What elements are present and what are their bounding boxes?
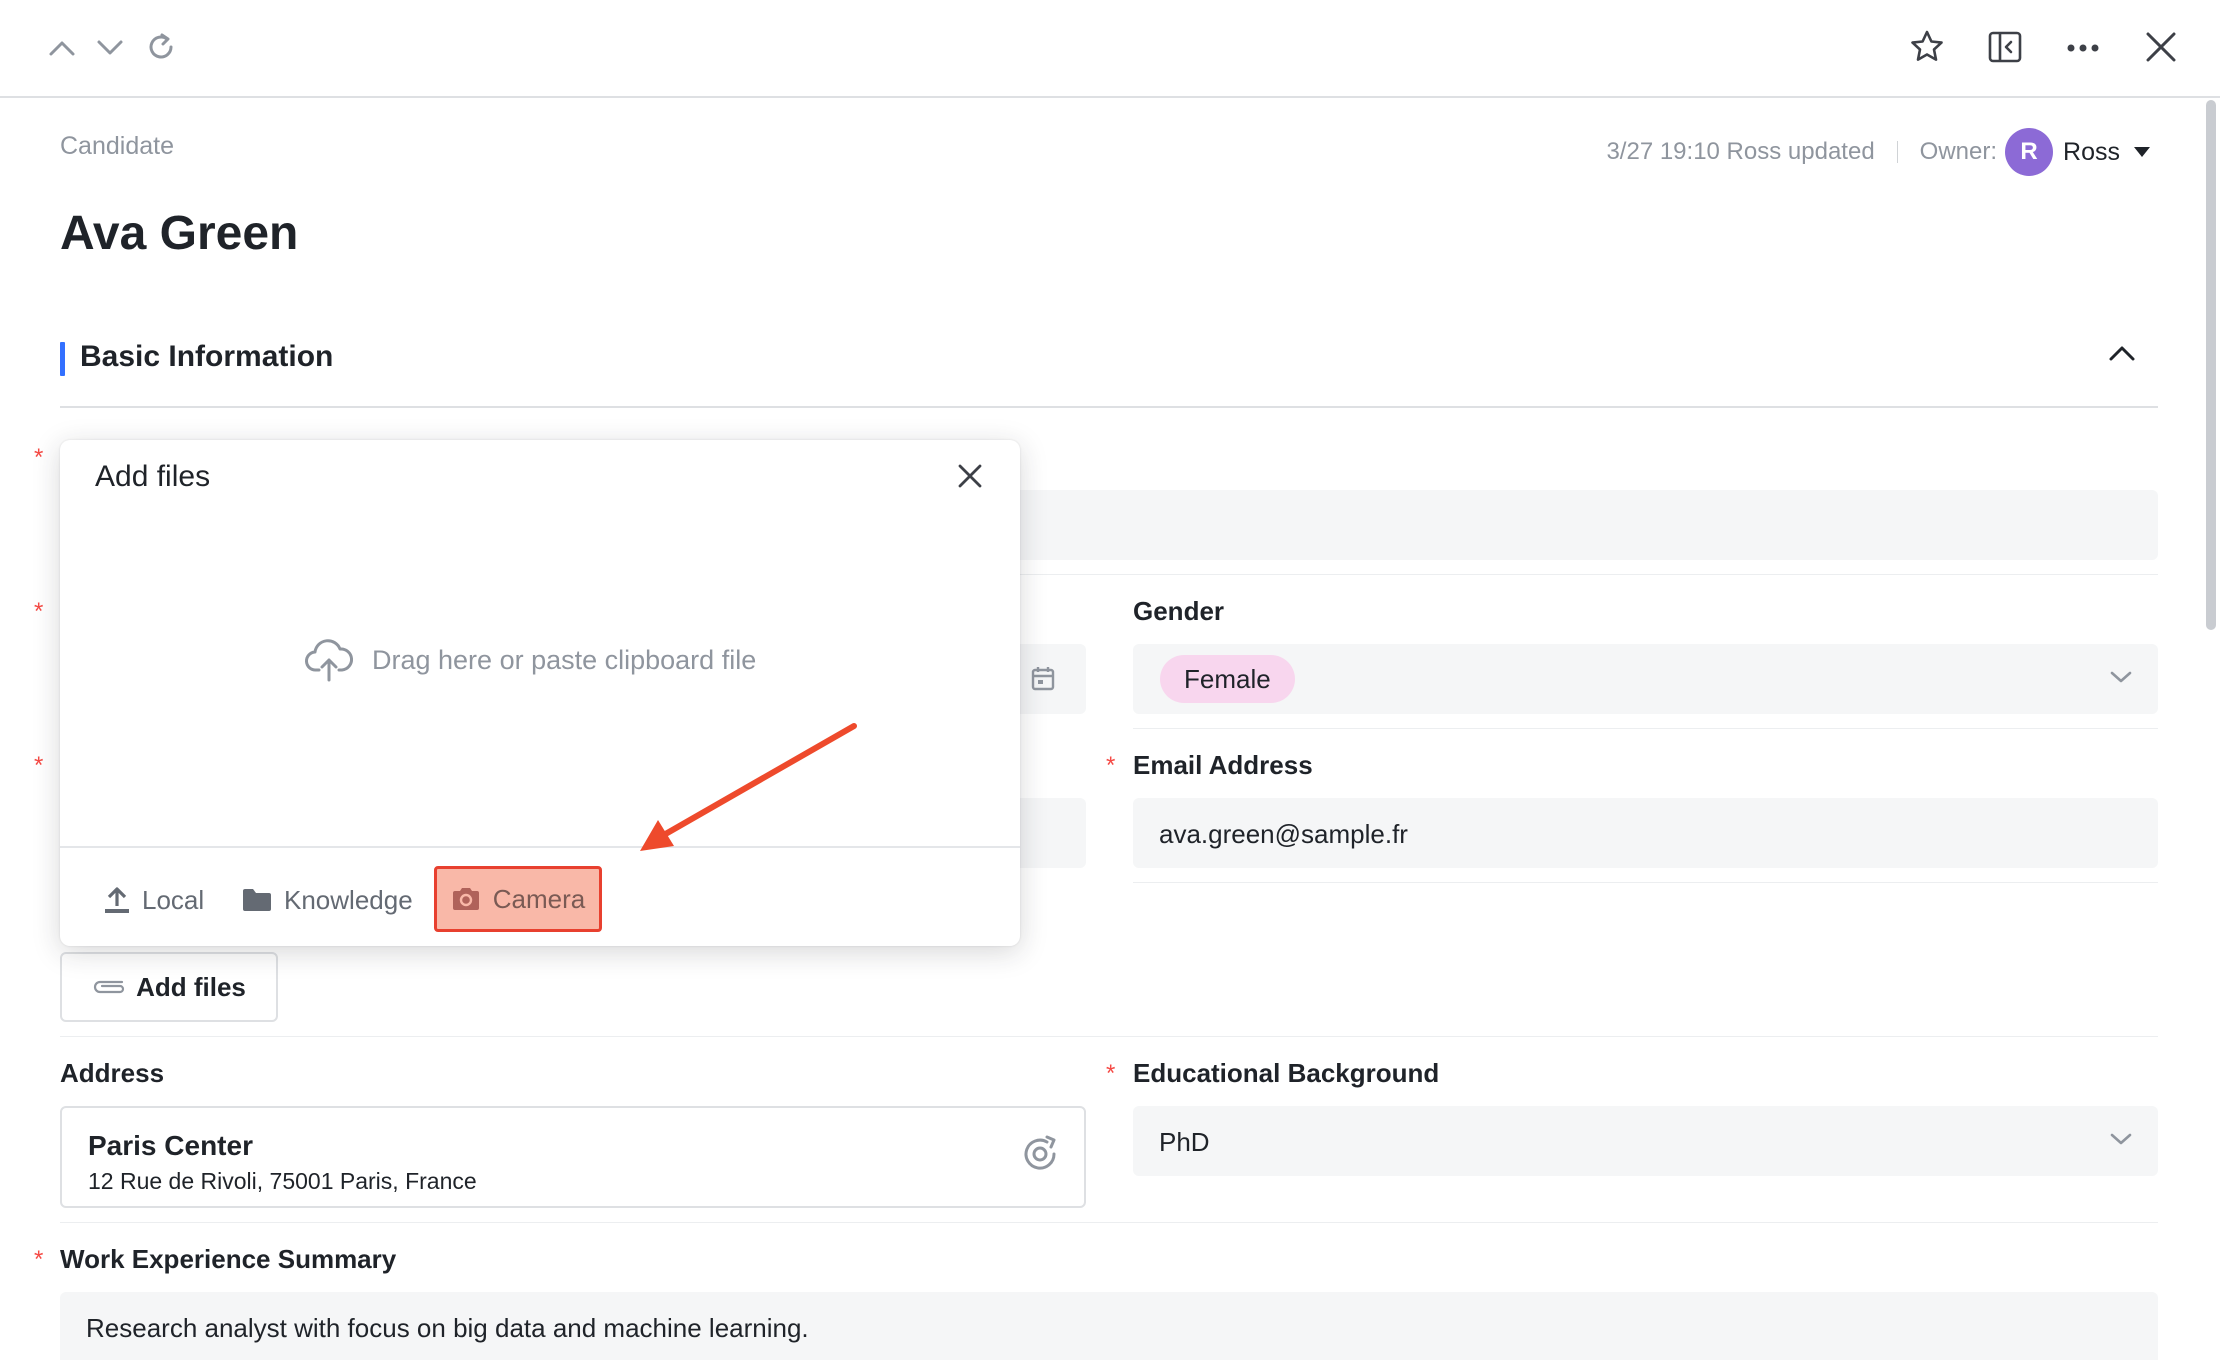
close-icon[interactable] xyxy=(956,462,984,495)
local-label: Local xyxy=(142,884,205,915)
gender-tag: Female xyxy=(1160,655,1295,703)
camera-button[interactable]: Camera xyxy=(434,866,602,932)
email-label: Email Address xyxy=(1133,750,1313,780)
row-divider xyxy=(1133,882,2158,883)
add-files-popup: Add files Drag here or paste clipboard f… xyxy=(60,440,1020,946)
email-value: ava.green@sample.fr xyxy=(1159,819,1408,849)
row-divider xyxy=(60,1036,2158,1037)
record-meta: 3/27 19:10 Ross updated Owner: R Ross xyxy=(1606,128,2150,176)
education-value: PhD xyxy=(1159,1127,1210,1157)
refresh-icon[interactable] xyxy=(142,28,180,66)
scrollbar[interactable] xyxy=(2206,100,2216,630)
popup-title: Add files xyxy=(95,460,211,493)
paperclip-icon xyxy=(94,980,125,994)
updated-text: 3/27 19:10 Ross updated xyxy=(1606,138,1875,165)
work-summary-value: Research analyst with focus on big data … xyxy=(86,1313,809,1343)
knowledge-label: Knowledge xyxy=(284,884,413,915)
owner-name[interactable]: Ross xyxy=(2063,138,2120,167)
row-divider xyxy=(1000,574,2158,575)
breadcrumb: Candidate xyxy=(60,132,174,160)
owner-dropdown-icon[interactable] xyxy=(2134,147,2150,157)
locate-icon[interactable] xyxy=(1020,1134,1060,1179)
address-label: Address xyxy=(60,1058,165,1088)
row-divider xyxy=(60,1222,2158,1223)
close-icon[interactable] xyxy=(2140,26,2182,68)
drop-hint: Drag here or paste clipboard file xyxy=(304,638,756,682)
chevron-up-icon[interactable] xyxy=(44,30,80,66)
education-label: Educational Background xyxy=(1133,1058,1440,1088)
folder-icon xyxy=(243,889,271,911)
popup-footer: Local Knowledge Camera xyxy=(60,846,1020,946)
knowledge-button[interactable]: Knowledge xyxy=(242,868,413,932)
page-title: Ava Green xyxy=(60,207,299,260)
more-icon[interactable] xyxy=(2062,30,2104,66)
address-name: Paris Center xyxy=(88,1130,253,1161)
address-line: 12 Rue de Rivoli, 75001 Paris, France xyxy=(88,1168,477,1194)
gender-label: Gender xyxy=(1133,596,1225,626)
section-accent-bar xyxy=(60,342,65,376)
cloud-upload-icon xyxy=(305,639,354,682)
required-marker: * xyxy=(1106,1060,1116,1087)
education-select[interactable] xyxy=(1133,1106,2158,1176)
top-toolbar xyxy=(0,0,2220,98)
drop-text: Drag here or paste clipboard file xyxy=(372,644,757,675)
local-upload-button[interactable]: Local xyxy=(104,868,204,932)
calendar-icon[interactable] xyxy=(1031,666,1055,697)
owner-label: Owner: xyxy=(1919,138,1998,165)
address-field[interactable]: Paris Center 12 Rue de Rivoli, 75001 Par… xyxy=(60,1106,1086,1208)
name-field[interactable] xyxy=(1000,490,2158,560)
required-marker: * xyxy=(1106,752,1116,779)
sidebar-collapse-icon[interactable] xyxy=(1984,26,2026,68)
required-marker: * xyxy=(34,444,44,471)
camera-label: Camera xyxy=(492,883,586,914)
chevron-down-icon[interactable] xyxy=(2110,1132,2132,1151)
row-divider xyxy=(1133,728,2158,729)
required-marker: * xyxy=(34,752,44,779)
chevron-down-icon[interactable] xyxy=(2110,670,2132,689)
chevron-up-icon[interactable] xyxy=(2108,344,2136,367)
avatar[interactable]: R xyxy=(2005,128,2054,176)
required-marker: * xyxy=(34,598,44,625)
meta-divider xyxy=(1896,141,1898,163)
camera-icon xyxy=(452,888,479,910)
add-files-button[interactable]: Add files xyxy=(60,952,278,1022)
section-header: Basic Information xyxy=(60,340,2158,408)
add-files-label: Add files xyxy=(136,971,246,1002)
drop-zone[interactable]: Drag here or paste clipboard file xyxy=(60,530,1020,786)
required-marker: * xyxy=(34,1246,44,1273)
chevron-down-icon[interactable] xyxy=(92,30,128,66)
upload-icon xyxy=(105,887,129,913)
work-summary-label: Work Experience Summary xyxy=(60,1244,397,1274)
star-icon[interactable] xyxy=(1906,26,1948,68)
section-title: Basic Information xyxy=(80,340,334,373)
